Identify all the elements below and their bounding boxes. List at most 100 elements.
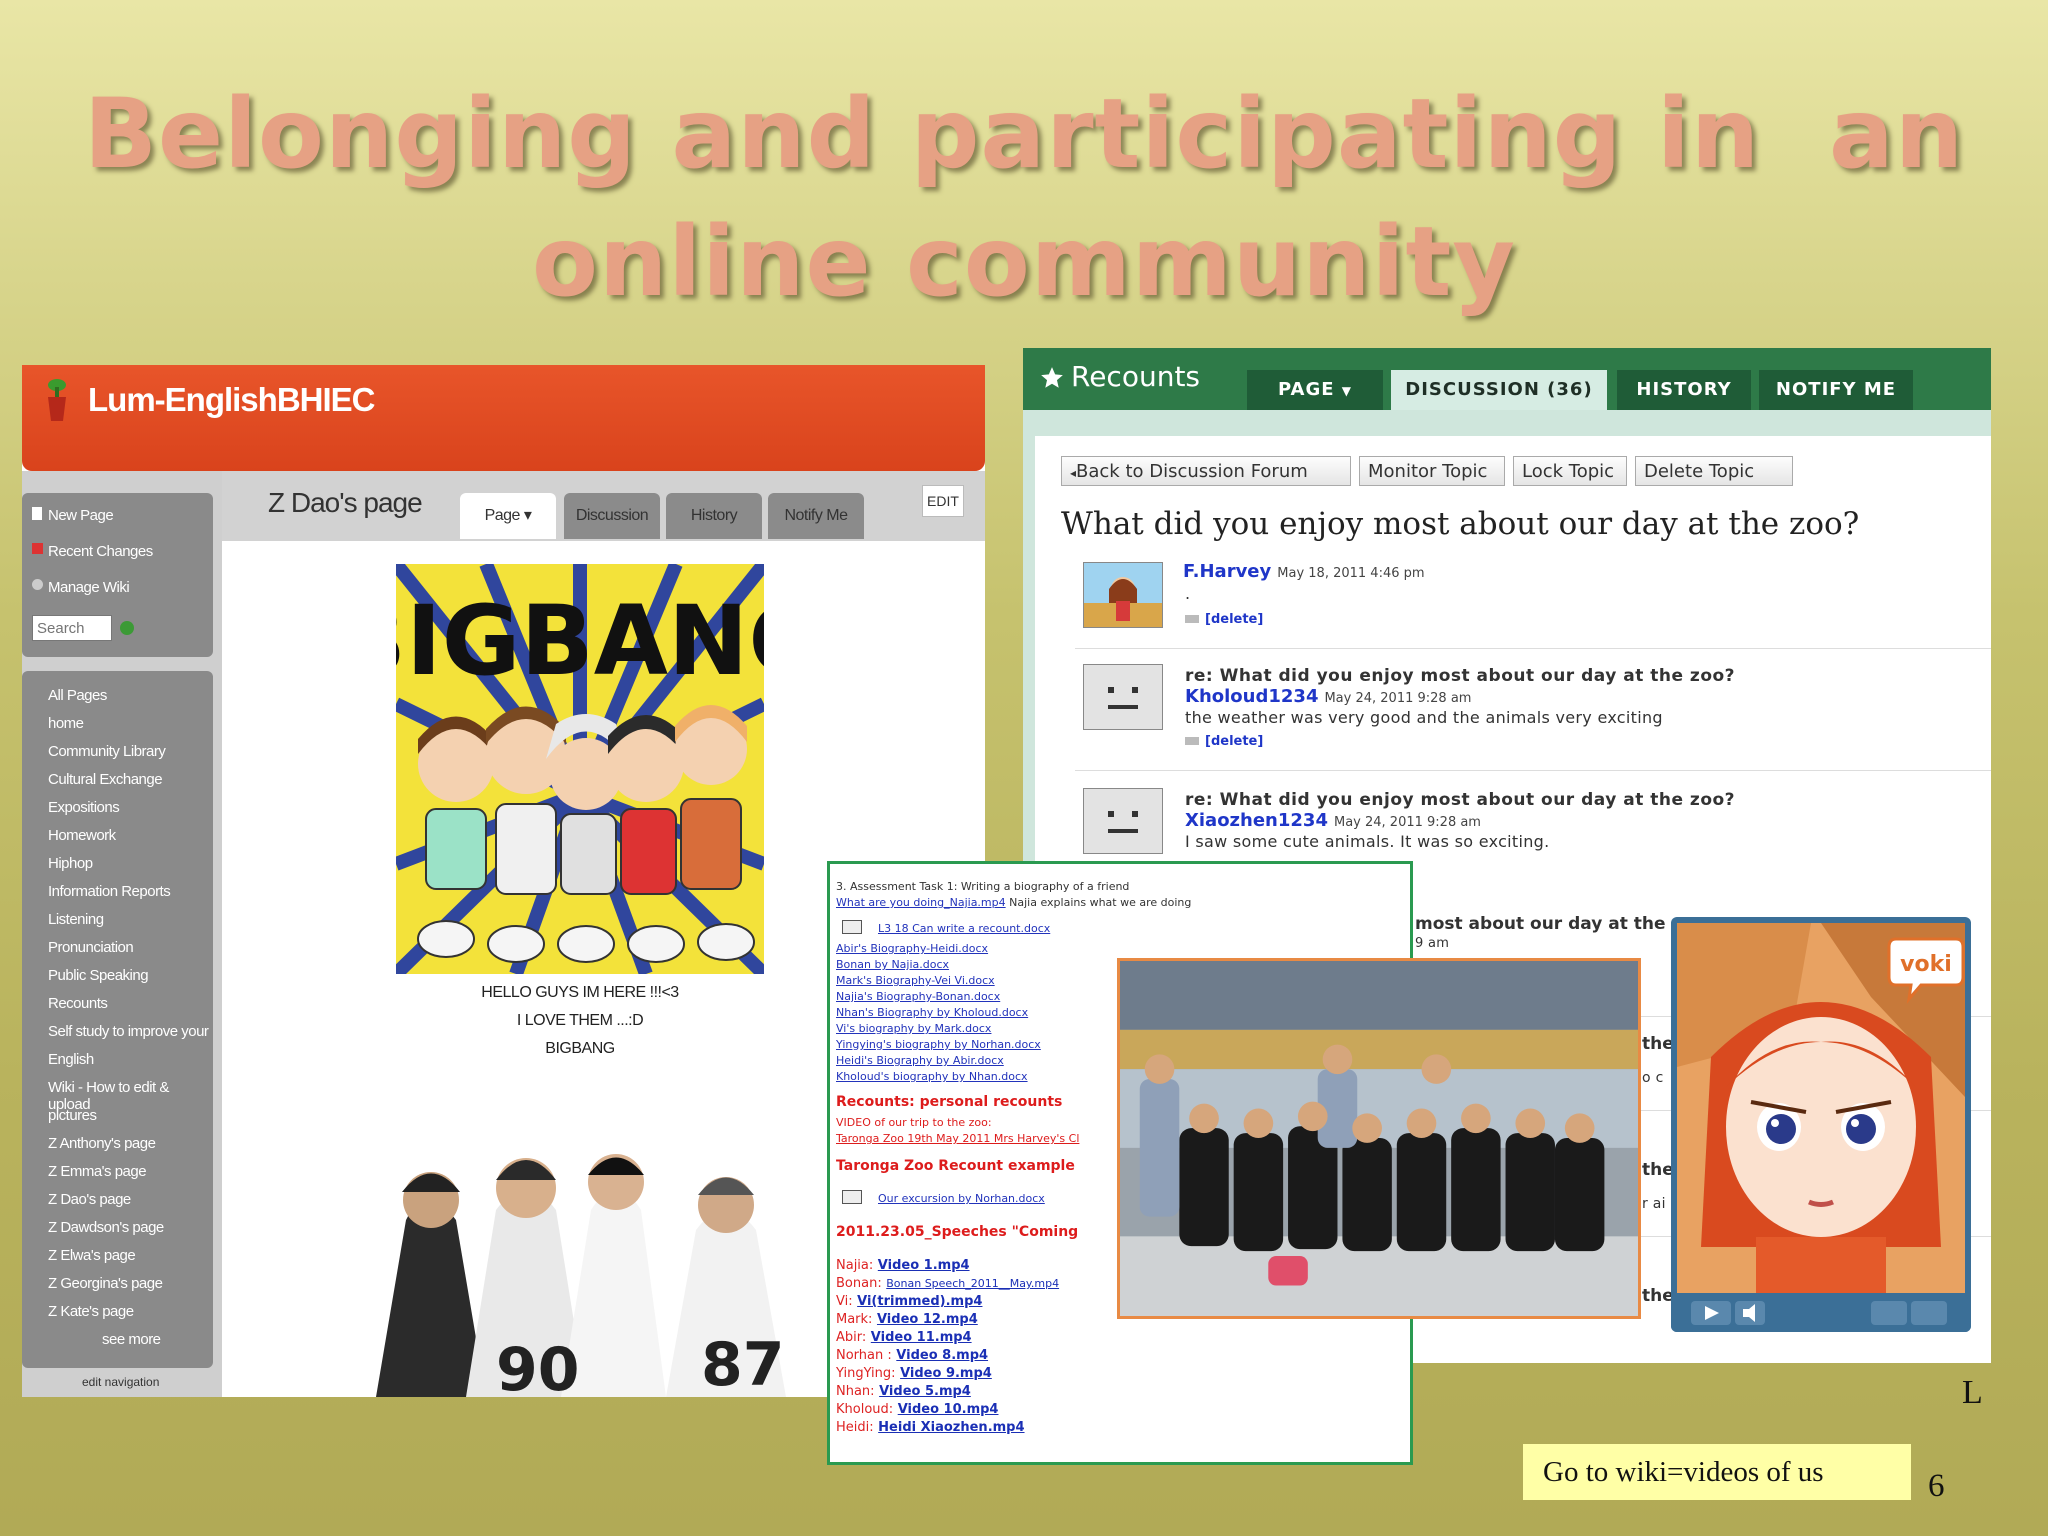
doc-link[interactable]: Nhan's Biography by Kholoud.docx [836,1006,1028,1019]
nav-item[interactable]: Homework [48,827,116,844]
zoo-video-link[interactable]: Taronga Zoo 19th May 2011 Mrs Harvey's C… [836,1132,1079,1145]
delete-link[interactable]: [delete] [1185,612,1263,627]
student-name: Mark: [836,1312,873,1327]
nav-item[interactable]: Pronunciation [48,939,134,956]
post-author[interactable]: Kholoud1234 May 24, 2011 9:28 am [1185,686,1471,707]
nav-item[interactable]: All Pages [48,687,107,704]
video-file-link[interactable]: Video 1.mp4 [878,1258,970,1273]
video-file-link[interactable]: Bonan Speech_2011__May.mp4 [886,1277,1059,1290]
nav-item[interactable]: Expositions [48,799,120,816]
doc-link[interactable]: Vi's biography by Mark.docx [836,1022,991,1035]
new-page-link[interactable]: New Page [48,507,114,524]
see-more-link[interactable]: see more [102,1331,161,1348]
volume-icon[interactable] [1735,1301,1765,1325]
nav-item[interactable]: Z Dao's page [48,1191,131,1208]
speeches-heading: 2011.23.05_Speeches "Coming [836,1224,1079,1240]
monitor-topic-button[interactable]: Monitor Topic [1359,456,1505,486]
nav-item[interactable]: Z Kate's page [48,1303,134,1320]
video-file-link[interactable]: Video 10.mp4 [898,1402,999,1417]
avatar-fharvey [1083,562,1163,628]
voki-avatar-widget[interactable]: voki [1671,917,1971,1332]
lock-topic-button[interactable]: Lock Topic [1513,456,1627,486]
nav-item[interactable]: Listening [48,911,104,928]
post-divider [1075,648,1991,649]
edit-navigation-link[interactable]: edit navigation [82,1375,159,1389]
tab-notify-me[interactable]: NOTIFY ME [1759,370,1913,410]
video-file-link[interactable]: Video 5.mp4 [879,1384,971,1399]
doc-link[interactable]: Heidi's Biography by Abir.docx [836,1054,1004,1067]
hidden-fragment: the [1642,1286,1674,1306]
video-file-link[interactable]: Video 9.mp4 [900,1366,992,1381]
post-author-name: Xiaozhen1234 [1185,810,1328,831]
nav-item[interactable]: pictures [48,1107,97,1124]
slide-title-line-2: online community [532,206,1516,318]
what-doing-link[interactable]: What are you doing_Najia.mp4 [836,896,1006,909]
post-author-name: F.Harvey [1183,561,1272,582]
manage-wiki-link[interactable]: Manage Wiki [48,579,130,596]
student-name: YingYing: [836,1366,896,1381]
student-name: Vi: [836,1294,853,1309]
post-subject: re: What did you enjoy most about our da… [1185,666,1736,686]
nav-item[interactable]: Hiphop [48,855,93,872]
tab-history[interactable]: HISTORY [1617,370,1751,410]
delete-link[interactable]: [delete] [1185,734,1263,749]
doc-link[interactable]: Kholoud's biography by Nhan.docx [836,1070,1028,1083]
callout-text: Go to wiki=videos of us [1543,1456,1824,1488]
post-author[interactable]: F.Harvey May 18, 2011 4:46 pm [1183,561,1425,582]
bigbang-cartoon-image: BIGBANG [396,564,764,974]
doc-link[interactable]: Bonan by Najia.docx [836,958,949,971]
voki-control-button[interactable] [1911,1301,1947,1325]
post-author[interactable]: Xiaozhen1234 May 24, 2011 9:28 am [1185,810,1481,831]
can-write-link[interactable]: L3 18 Can write a recount.docx [878,922,1050,935]
wiki-site-name[interactable]: Lum-EnglishBHIEC [88,381,375,419]
video-item: Najia: Video 1.mp4 [836,1258,970,1273]
video-file-link[interactable]: Video 11.mp4 [871,1330,972,1345]
nav-item[interactable]: Z Anthony's page [48,1135,156,1152]
post-text: I saw some cute animals. It was so excit… [1185,832,1550,851]
nav-item[interactable]: Information Reports [48,883,171,900]
recent-changes-link[interactable]: Recent Changes [48,543,153,560]
video-file-link[interactable]: Video 12.mp4 [877,1312,978,1327]
nav-item[interactable]: English [48,1051,94,1068]
plant-pot-icon [48,379,66,421]
video-file-link[interactable]: Heidi Xiaozhen.mp4 [878,1420,1024,1435]
doc-link[interactable]: Mark's Biography-Vei Vi.docx [836,974,995,987]
video-file-link[interactable]: Vi(trimmed).mp4 [857,1294,982,1309]
edit-button[interactable]: EDIT [922,485,964,517]
search-go-icon[interactable] [120,621,134,635]
back-to-forum-button[interactable]: ◂Back to Discussion Forum [1061,456,1351,486]
nav-item[interactable]: Z Emma's page [48,1163,147,1180]
nav-item[interactable]: Z Dawdson's page [48,1219,164,1236]
tab-discussion[interactable]: Discussion [564,493,660,539]
nav-item[interactable]: home [48,715,84,732]
nav-item[interactable]: Recounts [48,995,108,1012]
wiki-tools-box: New Page Recent Changes Manage Wiki [22,493,213,657]
post-date: May 24, 2011 9:28 am [1333,815,1481,830]
nav-item[interactable]: Cultural Exchange [48,771,163,788]
play-icon[interactable] [1691,1301,1731,1325]
excursion-link[interactable]: Our excursion by Norhan.docx [878,1192,1045,1205]
caption-line-2: I LOVE THEM ...:D [516,1012,644,1029]
star-icon[interactable] [1039,365,1065,391]
doc-link[interactable]: Najia's Biography-Bonan.docx [836,990,1000,1003]
delete-topic-button[interactable]: Delete Topic [1635,456,1793,486]
nav-item[interactable]: Z Georgina's page [48,1275,163,1292]
tab-notify-me[interactable]: Notify Me [768,493,864,539]
tab-discussion[interactable]: DISCUSSION (36) [1391,370,1607,410]
nav-item[interactable]: Public Speaking [48,967,149,984]
tab-page[interactable]: Page ▾ [460,493,556,539]
nav-item[interactable]: Z Elwa's page [48,1247,136,1264]
tab-page[interactable]: PAGE ▼ [1247,370,1383,410]
video-file-link[interactable]: Video 8.mp4 [896,1348,988,1363]
wiki-search-input[interactable] [32,615,112,641]
excursion-line: Our excursion by Norhan.docx [878,1192,1045,1205]
voki-control-button[interactable] [1871,1301,1907,1325]
doc-link[interactable]: Abir's Biography-Heidi.docx [836,942,988,955]
tab-history[interactable]: History [666,493,762,539]
nav-item[interactable]: Self study to improve your [48,1023,209,1040]
tab-page-label: PAGE [1277,379,1335,400]
doc-link[interactable]: Yingying's biography by Norhan.docx [836,1038,1041,1051]
wiki-videos-callout[interactable]: Go to wiki=videos of us [1523,1444,1911,1500]
nav-item[interactable]: Community Library [48,743,166,760]
slide-title-line-1: Belonging and participating in an [83,78,1965,190]
